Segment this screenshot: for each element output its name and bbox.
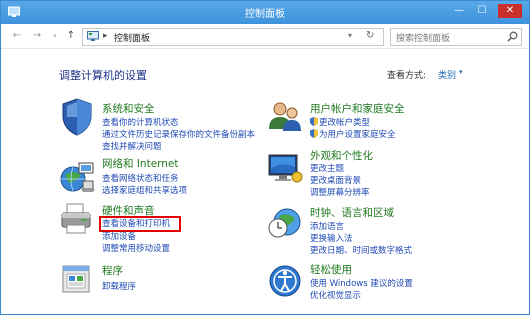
link-mobility-settings[interactable]: 调整常用移动设置: [102, 242, 170, 254]
link-uninstall-program[interactable]: 卸载程序: [102, 280, 136, 292]
programs-icon[interactable]: [59, 260, 95, 296]
control-panel-window: 控制面板 — ☐ ✕ ← → ▾ ↑ ▸ 控制面板 ▾ ↻ 搜索控制面板 调整计…: [0, 0, 530, 315]
view-by-label: 查看方式:: [387, 71, 427, 81]
view-by-chevron-down-icon[interactable]: ▾: [459, 68, 463, 76]
link-file-history-backup[interactable]: 通过文件历史记录保存你的文件备份副本: [102, 128, 255, 140]
title-bar[interactable]: 控制面板 — ☐ ✕: [1, 1, 529, 24]
link-view-network-status[interactable]: 查看网络状态和任务: [102, 172, 179, 184]
clock-globe-icon[interactable]: [267, 204, 303, 240]
link-family-safety-label[interactable]: 为用户设置家庭安全: [319, 130, 396, 140]
category-title-programs[interactable]: 程序: [102, 263, 123, 278]
ease-of-access-icon[interactable]: [267, 263, 303, 299]
link-add-language[interactable]: 添加语言: [310, 220, 344, 232]
address-bar: ← → ▾ ↑ ▸ 控制面板 ▾ ↻ 搜索控制面板: [1, 24, 529, 49]
link-adjust-screen-resolution[interactable]: 调整屏幕分辨率: [310, 186, 370, 198]
link-optimize-visual-display[interactable]: 优化视觉显示: [310, 289, 361, 301]
page-title: 调整计算机的设置: [59, 69, 147, 82]
link-change-account-type-label[interactable]: 更改帐户类型: [319, 118, 370, 128]
link-family-safety[interactable]: 为用户设置家庭安全: [310, 128, 396, 141]
link-add-device[interactable]: 添加设备: [102, 230, 136, 242]
category-title-clock-language-region[interactable]: 时钟、语言和区域: [310, 205, 394, 220]
control-panel-icon: [87, 31, 99, 42]
address-dropdown-icon[interactable]: ▾: [348, 31, 352, 40]
security-shield-icon[interactable]: [59, 97, 95, 136]
category-title-user-accounts[interactable]: 用户帐户和家庭安全: [310, 101, 405, 116]
address-field[interactable]: ▸ 控制面板 ▾ ↻: [82, 28, 384, 46]
search-icon[interactable]: [507, 31, 518, 42]
up-button[interactable]: ↑: [63, 29, 79, 43]
link-use-windows-suggested-settings[interactable]: 使用 Windows 建议的设置: [310, 277, 413, 289]
search-placeholder: 搜索控制面板: [396, 34, 451, 44]
breadcrumb-control-panel[interactable]: 控制面板: [114, 31, 150, 44]
recent-locations-button[interactable]: ▾: [47, 29, 63, 43]
category-title-appearance[interactable]: 外观和个性化: [310, 148, 373, 163]
forward-button[interactable]: →: [29, 29, 45, 43]
category-title-system-security[interactable]: 系统和安全: [102, 101, 155, 116]
close-button[interactable]: ✕: [498, 4, 522, 18]
printer-icon[interactable]: [59, 201, 95, 237]
appearance-monitor-icon[interactable]: [267, 151, 303, 187]
category-title-ease-of-access[interactable]: 轻松使用: [310, 262, 352, 277]
back-button[interactable]: ←: [9, 29, 25, 43]
minimize-button[interactable]: —: [450, 4, 468, 18]
link-change-desktop-background[interactable]: 更改桌面背景: [310, 174, 361, 186]
link-find-fix-problems[interactable]: 查找并解决问题: [102, 140, 162, 152]
refresh-icon[interactable]: ↻: [366, 30, 374, 41]
link-change-input-method[interactable]: 更换输入法: [310, 232, 353, 244]
link-homegroup-sharing[interactable]: 选择家庭组和共享选项: [102, 184, 187, 196]
breadcrumb-separator-icon[interactable]: ▸: [103, 31, 108, 41]
link-view-computer-status[interactable]: 查看你的计算机状态: [102, 116, 179, 128]
category-title-network-internet[interactable]: 网络和 Internet: [102, 156, 179, 171]
users-icon[interactable]: [267, 99, 303, 135]
link-change-date-time-format[interactable]: 更改日期、时间或数字格式: [310, 244, 412, 256]
uac-shield-icon: [310, 129, 318, 141]
search-input[interactable]: 搜索控制面板: [390, 28, 522, 46]
link-change-theme[interactable]: 更改主题: [310, 162, 344, 174]
maximize-button[interactable]: ☐: [473, 4, 491, 18]
network-globe-icon[interactable]: [59, 159, 95, 195]
view-by-dropdown[interactable]: 类别: [438, 68, 456, 81]
